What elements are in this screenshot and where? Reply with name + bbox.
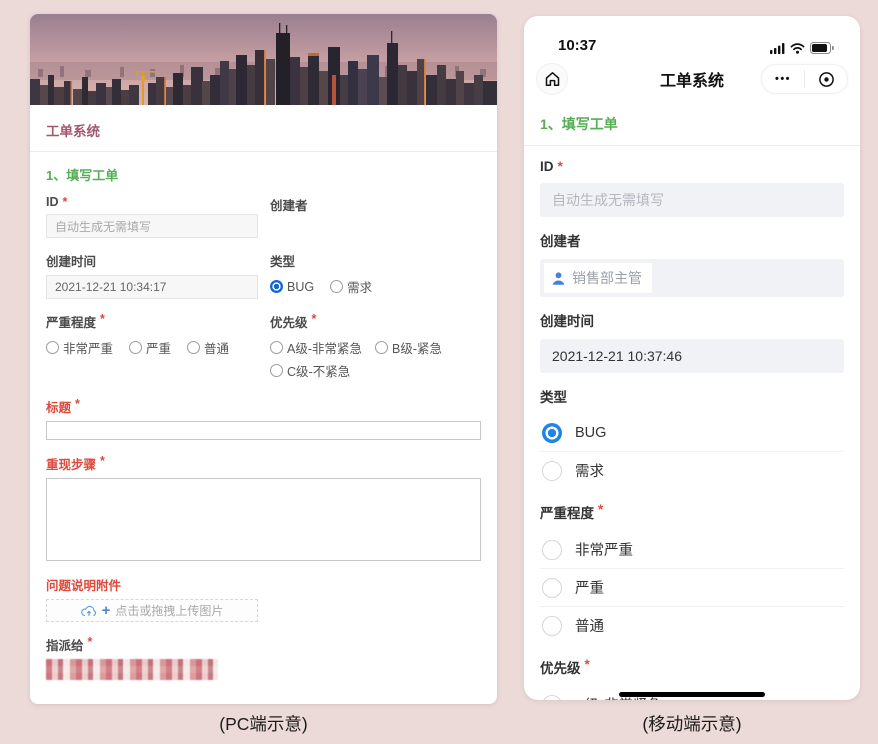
mobile-demo-panel: 10:37 工单系统 ••• 1、填写工单 ID * 自动生成无需填写 创建者 …: [524, 16, 860, 700]
mobile-severity-option-critical[interactable]: 非常严重: [540, 531, 844, 569]
signal-icon: [770, 42, 785, 54]
radio-icon: [129, 341, 143, 354]
pc-priority-label: 优先级 *: [270, 312, 317, 330]
radio-icon: [542, 694, 562, 700]
pc-id-input[interactable]: 自动生成无需填写: [46, 214, 258, 238]
mobile-id-label: ID *: [540, 159, 563, 174]
pc-priority-option-a[interactable]: A级-非常紧急: [270, 338, 362, 357]
radio-icon: [375, 341, 389, 354]
pc-priority-option-c[interactable]: C级-不紧急: [270, 361, 350, 380]
pc-upload-dropzone[interactable]: + 点击或拖拽上传图片: [46, 599, 258, 622]
radio-icon: [46, 341, 59, 354]
mobile-created-input[interactable]: 2021-12-21 10:37:46: [540, 339, 844, 373]
pc-title-field-label: 标题 *: [46, 397, 80, 415]
mobile-severity-label: 严重程度 *: [540, 502, 604, 521]
radio-icon: [330, 280, 344, 293]
pc-severity-option-critical[interactable]: 非常严重: [46, 338, 113, 357]
pc-type-option-bug[interactable]: BUG: [270, 280, 314, 294]
radio-icon: [542, 577, 562, 598]
pc-type-option-demand[interactable]: 需求: [330, 277, 372, 296]
mobile-type-label: 类型: [540, 390, 567, 405]
person-icon: [552, 271, 565, 285]
status-time: 10:37: [558, 37, 597, 54]
pc-section-title: 1、填写工单: [46, 168, 119, 183]
pc-title-input[interactable]: [46, 421, 481, 440]
pc-severity-label: 严重程度 *: [46, 312, 105, 330]
home-button[interactable]: [536, 63, 568, 95]
mobile-priority-label: 优先级 *: [540, 657, 590, 676]
home-icon: [545, 72, 559, 86]
battery-icon: [810, 42, 834, 54]
mobile-creator-label: 创建者: [540, 234, 581, 249]
mobile-type-option-demand[interactable]: 需求: [540, 452, 844, 489]
pc-app-title: 工单系统: [46, 124, 100, 139]
radio-icon: [270, 364, 283, 377]
circle-dot-icon: [818, 71, 834, 87]
mobile-severity-option-serious[interactable]: 严重: [540, 569, 844, 607]
mobile-creator-field[interactable]: 销售部主管: [540, 259, 844, 297]
pc-creator-label: 创建者: [270, 199, 308, 213]
home-indicator: [619, 692, 765, 697]
mobile-type-option-bug[interactable]: BUG: [540, 415, 844, 452]
pc-assignee-label: 指派给 *: [46, 635, 93, 653]
radio-selected-icon: [270, 280, 283, 293]
radio-icon: [187, 341, 201, 354]
mobile-status-bar: 10:37: [524, 16, 860, 56]
mobile-nav-bar: 工单系统 •••: [524, 56, 860, 102]
pc-severity-option-normal[interactable]: 普通: [187, 338, 229, 357]
mobile-caption: (移动端示意): [642, 714, 742, 734]
wifi-icon: [790, 42, 805, 54]
cloud-upload-icon: [80, 605, 96, 616]
pc-attachment-label: 问题说明附件: [46, 579, 122, 593]
divider: [524, 145, 860, 146]
radio-icon: [542, 460, 562, 481]
city-skyline-header-image: [30, 14, 497, 105]
pc-created-input[interactable]: 2021-12-21 10:34:17: [46, 275, 258, 299]
close-capsule-button[interactable]: [805, 65, 847, 93]
radio-icon: [542, 615, 562, 636]
pc-assignee-censored-value: [46, 659, 218, 680]
miniprogram-capsule: •••: [761, 64, 848, 94]
mobile-id-input[interactable]: 自动生成无需填写: [540, 183, 844, 217]
mobile-created-label: 创建时间: [540, 314, 594, 329]
pc-steps-textarea[interactable]: [46, 478, 481, 561]
pc-caption: (PC端示意): [219, 714, 308, 734]
radio-icon: [542, 539, 562, 560]
mobile-severity-option-normal[interactable]: 普通: [540, 607, 844, 644]
plus-icon: +: [101, 602, 111, 619]
pc-created-label: 创建时间: [46, 255, 97, 269]
radio-icon: [270, 341, 283, 354]
more-button[interactable]: •••: [762, 65, 804, 93]
pc-steps-label: 重现步骤 *: [46, 454, 105, 472]
pc-type-label: 类型: [270, 255, 296, 269]
creator-chip: 销售部主管: [544, 263, 652, 293]
pc-priority-option-b[interactable]: B级-紧急: [375, 338, 442, 357]
pc-severity-option-serious[interactable]: 严重: [129, 338, 171, 357]
more-dots-icon: •••: [774, 73, 792, 85]
pc-demo-panel: 工单系统 1、填写工单 ID * 自动生成无需填写 创建者 创建时间 2021-…: [30, 14, 497, 704]
pc-id-label: ID *: [46, 195, 68, 209]
mobile-section-title: 1、填写工单: [540, 116, 618, 132]
radio-selected-icon: [542, 423, 562, 443]
